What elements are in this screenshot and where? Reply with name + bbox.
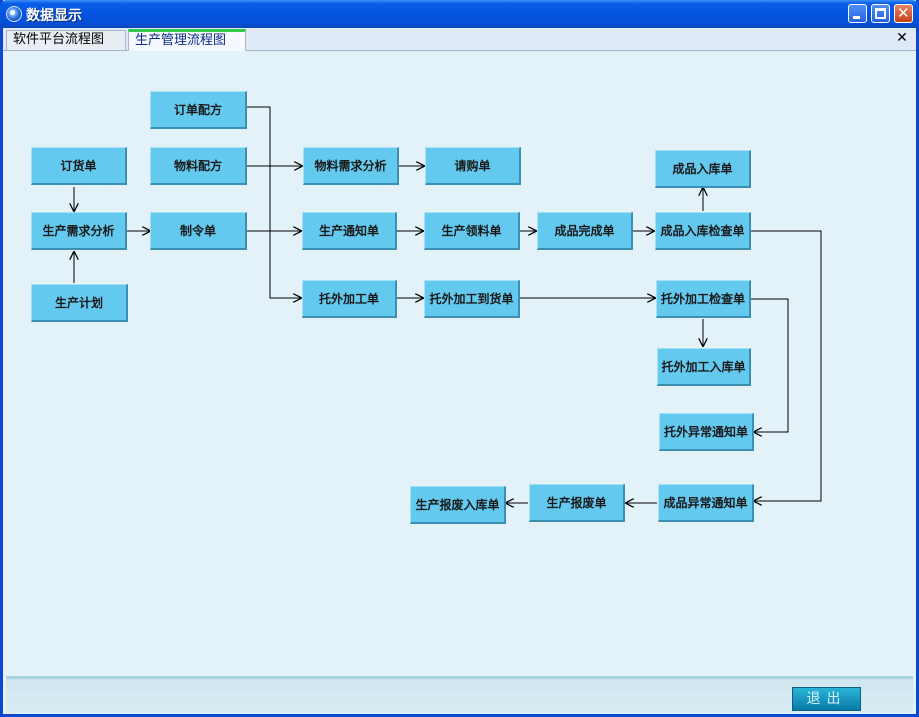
tab-strip: 软件平台流程图 生产管理流程图 ✕: [3, 28, 916, 51]
node-outsource-arrival[interactable]: 托外加工到货单: [424, 280, 520, 318]
node-production-order[interactable]: 制令单: [150, 212, 247, 250]
window-title: 数据显示: [26, 8, 82, 24]
node-finished-inbound[interactable]: 成品入库单: [655, 150, 751, 188]
flow-connectors: [6, 106, 822, 675]
node-finished-inspection[interactable]: 成品入库检查单: [655, 212, 751, 250]
node-demand-analysis[interactable]: 生产需求分析: [31, 212, 127, 250]
minimize-button[interactable]: [848, 4, 867, 23]
tab-production-management-flow[interactable]: 生产管理流程图: [128, 29, 246, 51]
node-finished-exception[interactable]: 成品异常通知单: [658, 484, 754, 522]
flowchart-canvas: 订单配方 物料配方 订货单 生产需求分析 生产计划 制令单 物料需求分析 请购单…: [6, 51, 913, 675]
maximize-icon: [875, 8, 886, 19]
node-outsource-exception[interactable]: 托外异常通知单: [659, 413, 754, 451]
node-material-formula[interactable]: 物料配方: [150, 147, 247, 185]
node-outsource-order[interactable]: 托外加工单: [302, 280, 397, 318]
maximize-button[interactable]: [871, 4, 890, 23]
node-finished-complete[interactable]: 成品完成单: [537, 212, 633, 250]
node-order-formula[interactable]: 订单配方: [150, 91, 247, 129]
node-material-demand-analysis[interactable]: 物料需求分析: [303, 147, 399, 185]
close-window-button[interactable]: ✕: [894, 4, 913, 23]
tab-close-button[interactable]: ✕: [894, 31, 910, 47]
minimize-icon: [853, 16, 860, 19]
app-icon: [6, 6, 22, 22]
node-production-notice[interactable]: 生产通知单: [302, 212, 397, 250]
app-window: 数据显示 ✕ 软件平台流程图 生产管理流程图 ✕ 订单配方 物料配方 订货单 生…: [0, 0, 919, 717]
node-outsource-inbound[interactable]: 托外加工入库单: [657, 348, 751, 386]
node-purchase-order[interactable]: 订货单: [31, 147, 127, 185]
tab-software-platform-flow[interactable]: 软件平台流程图: [6, 30, 126, 50]
node-production-plan[interactable]: 生产计划: [31, 284, 128, 322]
node-purchase-request[interactable]: 请购单: [425, 147, 521, 185]
title-bar[interactable]: 数据显示 ✕: [0, 0, 919, 28]
status-bar: 退出: [6, 676, 913, 713]
node-scrap-order[interactable]: 生产报废单: [529, 484, 625, 522]
node-material-requisition[interactable]: 生产领料单: [424, 212, 520, 250]
close-icon: ✕: [897, 4, 910, 22]
node-scrap-inbound[interactable]: 生产报废入库单: [410, 486, 506, 524]
exit-button[interactable]: 退出: [792, 687, 861, 711]
node-outsource-inspection[interactable]: 托外加工检查单: [656, 280, 751, 318]
